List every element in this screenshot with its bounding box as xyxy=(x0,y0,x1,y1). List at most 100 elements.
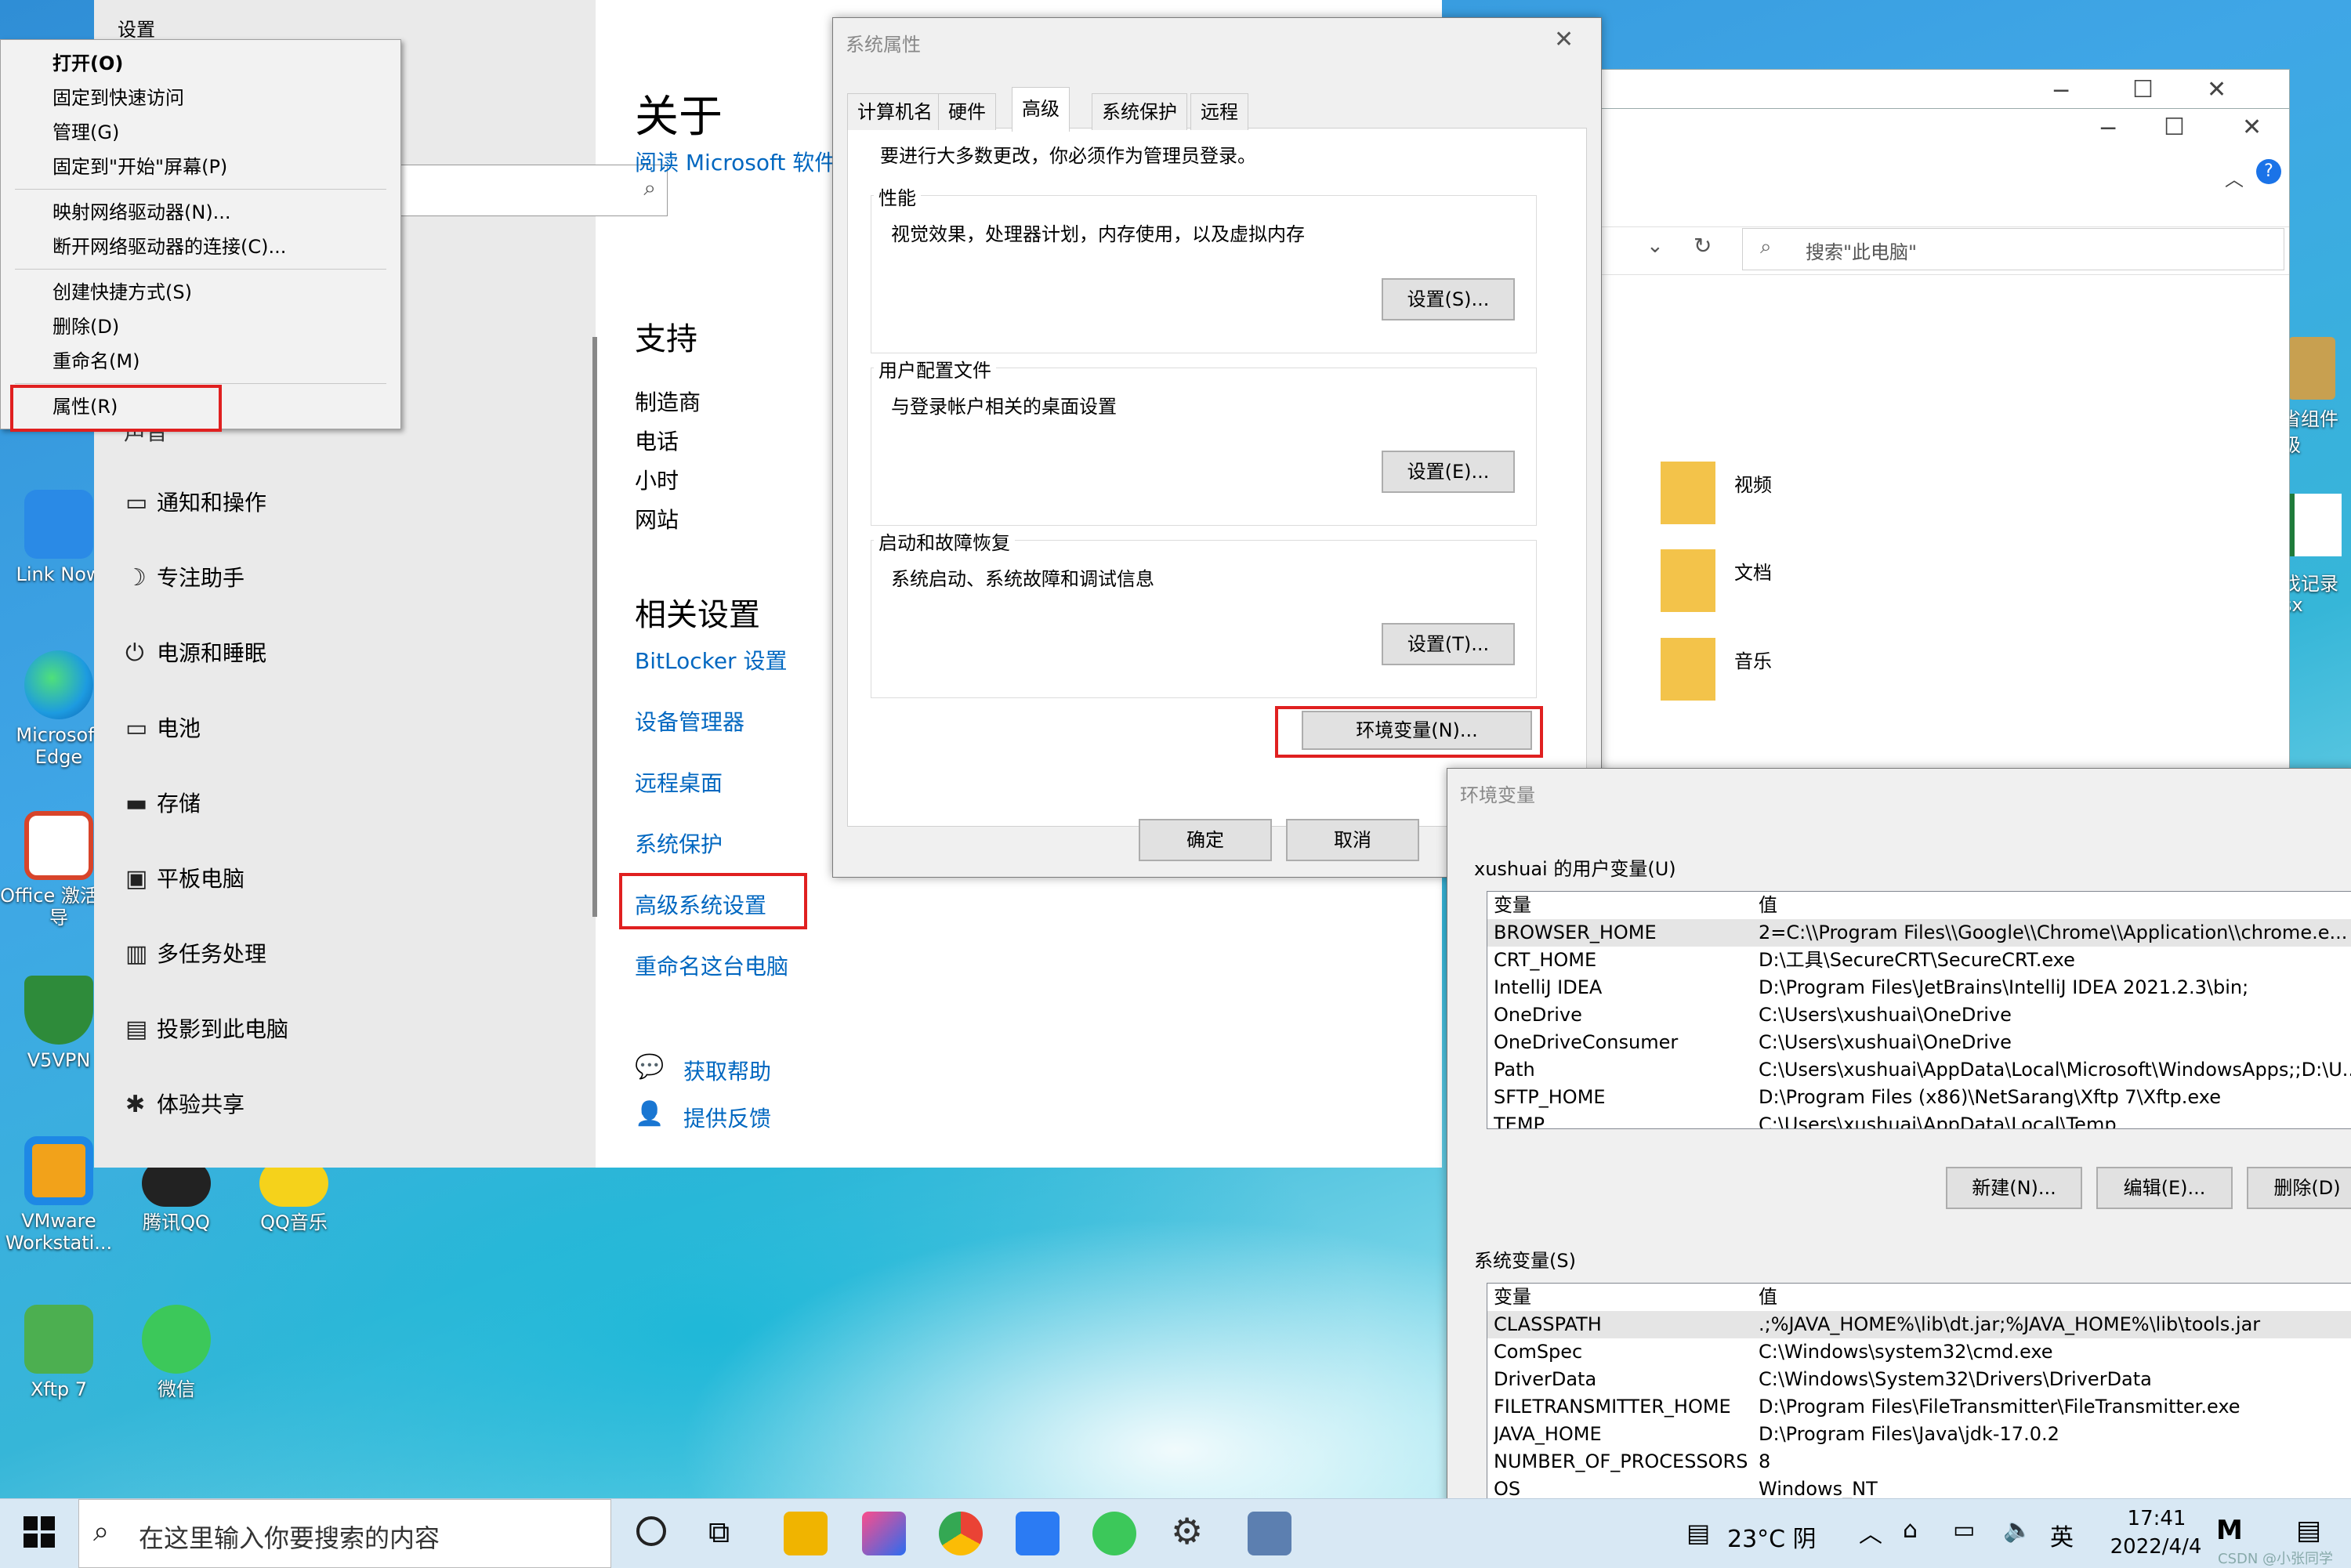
remote-icon[interactable] xyxy=(1248,1512,1291,1555)
table-cell-value[interactable]: C:\Windows\system32\cmd.exe xyxy=(1759,1338,2351,1366)
menu-item-manage[interactable]: 管理(G) xyxy=(53,115,119,150)
user-delete-button[interactable]: 删除(D) xyxy=(2247,1167,2351,1209)
folder-label[interactable]: 音乐 xyxy=(1734,646,1772,673)
performance-settings-button[interactable]: 设置(S)... xyxy=(1382,278,1515,320)
tab-system-protection[interactable]: 系统保护 xyxy=(1092,93,1187,130)
clock-date[interactable]: 2022/4/4 xyxy=(2097,1535,2215,1559)
weather-text[interactable]: 23°C 阴 xyxy=(1727,1519,1817,1554)
table-cell-value[interactable]: .;%JAVA_HOME%\lib\dt.jar;%JAVA_HOME%\lib… xyxy=(1759,1311,2351,1338)
table-cell-value[interactable]: D:\Program Files (x86)\NetSarang\Xftp 7\… xyxy=(1759,1084,2351,1111)
nav-item-power[interactable]: ⏻ 电源和睡眠 xyxy=(125,630,266,677)
volume-icon[interactable]: 🔈 xyxy=(2003,1516,2032,1544)
menu-item-map-drive[interactable]: 映射网络驱动器(N)... xyxy=(53,195,231,230)
nav-item-tablet[interactable]: ▣ 平板电脑 xyxy=(125,856,245,903)
table-cell-value[interactable]: C:\Users\xushuai\AppData\Local\Temp xyxy=(1759,1111,2351,1128)
weather-icon[interactable]: ▤ xyxy=(1686,1518,1710,1548)
user-variables-list[interactable]: 变量 值 BROWSER_HOME 2=C:\\Program Files\\G… xyxy=(1487,891,2351,1129)
desktop-icon-partial-archive[interactable] xyxy=(2288,337,2335,400)
wechat-icon[interactable] xyxy=(1092,1512,1136,1555)
ime-indicator[interactable]: 英 xyxy=(2050,1518,2074,1552)
menu-item-pin-start[interactable]: 固定到"开始"屏幕(P) xyxy=(53,150,227,184)
table-row[interactable]: CLASSPATH xyxy=(1494,1311,1752,1338)
collapse-ribbon-icon[interactable]: ︿ xyxy=(2225,164,2244,191)
get-help-link[interactable]: 获取帮助 xyxy=(683,1055,771,1086)
table-cell-value[interactable]: C:\Users\xushuai\AppData\Local\Microsoft… xyxy=(1759,1056,2351,1084)
column-header-value[interactable]: 值 xyxy=(1759,892,2351,919)
user-profiles-settings-button[interactable]: 设置(E)... xyxy=(1382,451,1515,493)
menu-item-delete[interactable]: 删除(D) xyxy=(53,310,119,344)
nav-item-battery[interactable]: ▭ 电池 xyxy=(125,705,201,752)
table-cell-value[interactable]: 8 xyxy=(1759,1448,2351,1476)
menu-item-create-shortcut[interactable]: 创建快捷方式(S) xyxy=(53,275,192,310)
search-input[interactable]: 搜索"此电脑" xyxy=(1806,237,1917,264)
chevron-down-icon[interactable]: ⌄ xyxy=(1646,234,1664,258)
notification-icon[interactable]: ▤ xyxy=(2296,1515,2321,1546)
intellij-icon[interactable] xyxy=(862,1512,906,1555)
task-view-icon[interactable]: ⧉ xyxy=(708,1515,730,1550)
cancel-button[interactable]: 取消 xyxy=(1286,819,1419,861)
folder-label[interactable]: 视频 xyxy=(1734,469,1772,497)
system-protection-link[interactable]: 系统保护 xyxy=(635,827,723,859)
desktop-icon-qq[interactable]: 腾讯QQ xyxy=(118,1160,235,1233)
minimize-icon[interactable]: ─ xyxy=(2054,78,2068,105)
taskbar-search-input[interactable]: 在这里输入你要搜索的内容 xyxy=(139,1519,440,1555)
maximize-icon[interactable]: ☐ xyxy=(2132,76,2154,103)
taskbar-search-box[interactable]: ⌕ 在这里输入你要搜索的内容 xyxy=(78,1499,611,1568)
startup-settings-button[interactable]: 设置(T)... xyxy=(1382,623,1515,665)
column-header-value[interactable]: 值 xyxy=(1759,1284,2351,1311)
bitlocker-link[interactable]: BitLocker 设置 xyxy=(635,644,787,675)
table-row[interactable]: BROWSER_HOME xyxy=(1494,919,1752,947)
video-folder-icon[interactable] xyxy=(1661,462,1715,524)
read-ms-link[interactable]: 阅读 Microsoft 软件 xyxy=(635,146,836,177)
cortana-icon[interactable] xyxy=(636,1516,666,1546)
windows-start-icon[interactable] xyxy=(24,1516,55,1548)
table-cell-value[interactable]: D:\Program Files\Java\jdk-17.0.2 xyxy=(1759,1421,2351,1448)
menu-item-disconnect-drive[interactable]: 断开网络驱动器的连接(C)... xyxy=(53,230,286,264)
table-row[interactable]: Path xyxy=(1494,1056,1752,1084)
close-icon[interactable]: ✕ xyxy=(2242,114,2262,141)
clock-time[interactable]: 17:41 xyxy=(2110,1507,2204,1530)
desktop-icon-xftp[interactable]: Xftp 7 xyxy=(0,1305,118,1400)
file-explorer-icon[interactable] xyxy=(784,1512,828,1555)
table-cell-value[interactable]: C:\Users\xushuai\OneDrive xyxy=(1759,1029,2351,1056)
music-folder-icon[interactable] xyxy=(1661,638,1715,701)
column-header-variable[interactable]: 变量 xyxy=(1494,892,1752,919)
menu-item-properties[interactable]: 属性(R) xyxy=(53,389,118,424)
ok-button[interactable]: 确定 xyxy=(1139,819,1272,861)
feedback-link[interactable]: 提供反馈 xyxy=(683,1102,771,1133)
minimize-icon[interactable]: ─ xyxy=(2101,115,2115,143)
search-box[interactable]: ⌕ 搜索"此电脑" xyxy=(1742,228,2284,270)
table-row[interactable]: NUMBER_OF_PROCESSORS xyxy=(1494,1448,1752,1476)
settings-icon[interactable]: ⚙ xyxy=(1171,1510,1203,1552)
nav-item-storage[interactable]: ▬ 存储 xyxy=(125,780,201,827)
table-cell-value[interactable]: D:\Program Files\FileTransmitter\FileTra… xyxy=(1759,1393,2351,1421)
menu-item-pin-quick-access[interactable]: 固定到快速访问 xyxy=(53,81,184,115)
desktop-icon-qqmusic[interactable]: QQ音乐 xyxy=(235,1160,353,1233)
maximize-icon[interactable]: ☐ xyxy=(2164,114,2185,141)
documents-folder-icon[interactable] xyxy=(1661,549,1715,612)
tab-hardware[interactable]: 硬件 xyxy=(938,93,996,130)
table-cell-value[interactable]: D:\Program Files\JetBrains\IntelliJ IDEA… xyxy=(1759,974,2351,1001)
user-edit-button[interactable]: 编辑(E)... xyxy=(2096,1167,2233,1209)
network-icon[interactable]: ⌂ xyxy=(1903,1516,1918,1544)
menu-item-rename[interactable]: 重命名(M) xyxy=(53,344,139,378)
table-row[interactable]: SFTP_HOME xyxy=(1494,1084,1752,1111)
system-variables-list[interactable]: 变量 值 CLASSPATH .;%JAVA_HOME%\lib\dt.jar;… xyxy=(1487,1283,2351,1519)
table-row[interactable]: ComSpec xyxy=(1494,1338,1752,1366)
table-row[interactable]: TEMP xyxy=(1494,1111,1752,1128)
notes-icon[interactable] xyxy=(1016,1512,1060,1555)
table-row[interactable]: FILETRANSMITTER_HOME xyxy=(1494,1393,1752,1421)
table-cell-value[interactable]: 2=C:\\Program Files\\Google\\Chrome\\App… xyxy=(1759,919,2351,947)
tab-remote[interactable]: 远程 xyxy=(1190,93,1248,130)
table-row[interactable]: OneDrive xyxy=(1494,1001,1752,1029)
device-manager-link[interactable]: 设备管理器 xyxy=(635,705,744,737)
table-row[interactable]: JAVA_HOME xyxy=(1494,1421,1752,1448)
environment-variables-dialog[interactable]: 环境变量 xushuai 的用户变量(U) 变量 值 BROWSER_HOME … xyxy=(1447,768,2351,1522)
app-logo-icon[interactable]: M xyxy=(2216,1515,2243,1546)
column-header-variable[interactable]: 变量 xyxy=(1494,1284,1752,1311)
excel-file-icon[interactable] xyxy=(2288,494,2342,556)
tab-computer-name[interactable]: 计算机名 xyxy=(847,93,943,130)
table-row[interactable]: OneDriveConsumer xyxy=(1494,1029,1752,1056)
chrome-icon[interactable] xyxy=(939,1512,983,1555)
close-icon[interactable]: ✕ xyxy=(2207,76,2226,103)
